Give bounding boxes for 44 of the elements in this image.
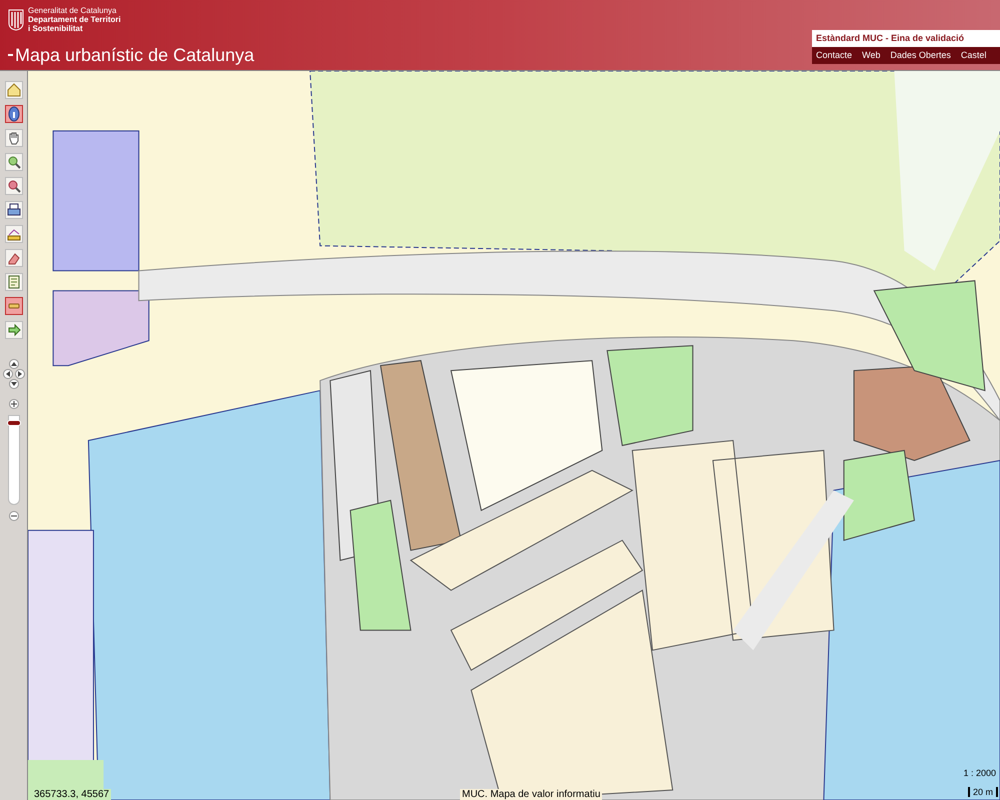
left-arrow-icon xyxy=(4,371,10,377)
department-name: Generalitat de Catalunya xyxy=(28,6,118,15)
pan-down-button[interactable] xyxy=(8,379,18,389)
scale-ratio: 1 : 2000 xyxy=(963,768,996,778)
up-arrow-icon xyxy=(10,361,16,367)
tool-title: Estàndard MUC - Eina de validació xyxy=(812,30,1000,47)
page-title: Mapa urbanístic de Catalunya xyxy=(15,45,254,65)
nav-link[interactable]: Contacte xyxy=(816,48,852,62)
tool-button[interactable] xyxy=(4,105,22,123)
home-icon xyxy=(6,82,22,98)
coordinates-readout: 365733.3, 45567 xyxy=(32,789,112,800)
tool-button[interactable] xyxy=(4,153,22,171)
zoom-in-icon xyxy=(6,154,22,170)
nav-link[interactable]: Castel xyxy=(960,48,986,62)
zoom-out-icon xyxy=(6,178,22,194)
tool-button[interactable] xyxy=(4,225,22,243)
scale-bar: 20 m xyxy=(968,787,998,797)
pan-left-button[interactable] xyxy=(2,369,12,379)
coat-of-arms-icon xyxy=(8,8,24,30)
tool-button[interactable] xyxy=(4,249,22,267)
pan-right-button[interactable] xyxy=(14,369,24,379)
zoom-slider-track[interactable] xyxy=(8,415,20,505)
nav-link[interactable]: Dades Obertes xyxy=(890,48,951,62)
arrow-icon xyxy=(6,322,22,338)
right-arrow-icon xyxy=(16,371,22,377)
zoom-in-button[interactable] xyxy=(8,399,18,409)
info-icon xyxy=(6,106,22,122)
nav-link[interactable]: Web xyxy=(862,48,880,62)
tool-button[interactable] xyxy=(4,321,22,339)
zoom-out-button[interactable] xyxy=(8,511,18,521)
department-name: Departament de Territori xyxy=(28,15,121,24)
down-arrow-icon xyxy=(10,381,16,387)
tool-button[interactable] xyxy=(4,201,22,219)
minus-icon xyxy=(10,513,16,519)
department-name: i Sostenibilitat xyxy=(28,24,84,33)
plus-icon xyxy=(10,401,16,407)
print-icon xyxy=(6,202,22,218)
legend-icon xyxy=(6,274,22,290)
pan-up-button[interactable] xyxy=(8,359,18,369)
tool-button[interactable] xyxy=(4,177,22,195)
tool-button[interactable] xyxy=(4,129,22,147)
map-notice: MUC. Mapa de valor informatiu xyxy=(460,789,602,800)
zoom-slider-thumb[interactable] xyxy=(6,420,20,426)
tool-button[interactable] xyxy=(4,273,22,291)
